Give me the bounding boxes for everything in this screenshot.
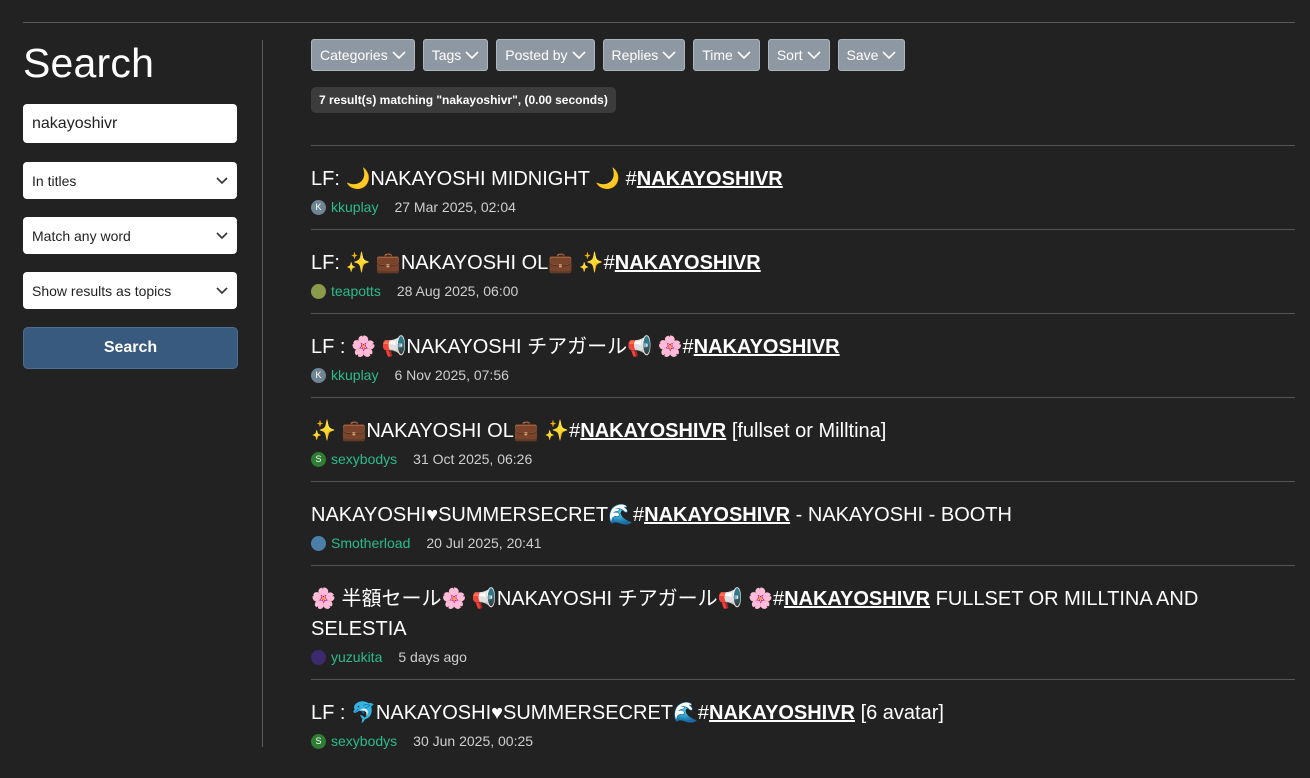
match-mode-value: Match any word xyxy=(32,227,131,244)
list-item: NAKAYOSHI♥SUMMERSECRET🌊#NAKAYOSHIVR - NA… xyxy=(311,481,1295,556)
result-count-badge: 7 result(s) matching "nakayoshivr", (0.0… xyxy=(311,87,616,113)
hashtag-link[interactable]: NAKAYOSHIVR xyxy=(615,252,761,274)
post-date: 6 Nov 2025, 07:56 xyxy=(394,367,509,383)
match-mode-select[interactable]: Match any word xyxy=(23,217,237,254)
post-date: 5 days ago xyxy=(398,649,467,665)
chevron-down-icon xyxy=(882,50,897,59)
result-title-link[interactable]: LF : 🌸 📢NAKAYOSHI チアガール📢 🌸#NAKAYOSHIVR xyxy=(311,332,1295,362)
username-link[interactable]: sexybodys xyxy=(331,451,397,467)
hashtag-link[interactable]: NAKAYOSHIVR xyxy=(709,702,855,724)
search-input-value: nakayoshivr xyxy=(32,114,118,132)
title-text: - NAKAYOSHI - BOOTH xyxy=(790,504,1012,526)
chevron-down-icon xyxy=(662,50,676,59)
search-input[interactable]: nakayoshivr xyxy=(23,104,237,143)
page-title: Search xyxy=(23,40,155,86)
filter-label: Posted by xyxy=(505,47,568,63)
username-link[interactable]: kkuplay xyxy=(331,367,378,383)
result-meta: K kkuplay 27 Mar 2025, 02:04 xyxy=(311,194,1295,220)
post-date: 20 Jul 2025, 20:41 xyxy=(426,535,542,551)
filter-categories-button[interactable]: Categories xyxy=(311,39,415,71)
top-divider xyxy=(23,22,1295,23)
filter-sort-button[interactable]: Sort xyxy=(767,39,830,71)
list-item: LF : 🌸 📢NAKAYOSHI チアガール📢 🌸#NAKAYOSHIVR K… xyxy=(311,313,1295,388)
list-item: 🌸 半額セール🌸 📢NAKAYOSHI チアガール📢 🌸#NAKAYOSHIVR… xyxy=(311,565,1295,670)
avatar[interactable] xyxy=(311,649,326,665)
avatar[interactable] xyxy=(311,535,326,551)
result-meta: S sexybodys 30 Jun 2025, 00:25 xyxy=(311,728,1295,754)
result-meta: K kkuplay 6 Nov 2025, 07:56 xyxy=(311,362,1295,388)
filter-label: Sort xyxy=(776,47,803,63)
post-date: 27 Mar 2025, 02:04 xyxy=(394,199,516,215)
list-item: LF : 🐬NAKAYOSHI♥SUMMERSECRET🌊#NAKAYOSHIV… xyxy=(311,679,1295,754)
avatar[interactable]: K xyxy=(311,199,326,215)
result-title-link[interactable]: 🌸 半額セール🌸 📢NAKAYOSHI チアガール📢 🌸#NAKAYOSHIVR… xyxy=(311,584,1295,644)
hashtag-link[interactable]: NAKAYOSHIVR xyxy=(784,588,930,610)
chevron-down-icon xyxy=(806,50,821,59)
title-text: [6 avatar] xyxy=(855,702,944,724)
chevron-down-icon xyxy=(737,50,751,59)
vertical-divider xyxy=(262,40,263,747)
title-text: LF : 🐬NAKAYOSHI♥SUMMERSECRET🌊# xyxy=(311,702,710,724)
chevron-down-icon xyxy=(216,286,228,294)
avatar[interactable]: S xyxy=(311,733,326,749)
hashtag-link[interactable]: NAKAYOSHIVR xyxy=(644,504,790,526)
result-meta: teapotts 28 Aug 2025, 06:00 xyxy=(311,278,1295,304)
result-meta: yuzukita 5 days ago xyxy=(311,644,1295,670)
filter-tags-button[interactable]: Tags xyxy=(422,39,489,71)
hashtag-link[interactable]: NAKAYOSHIVR xyxy=(580,420,726,442)
chevron-down-icon xyxy=(216,176,228,184)
result-title-link[interactable]: LF: ✨ 💼NAKAYOSHI OL💼 ✨#NAKAYOSHIVR xyxy=(311,248,1295,278)
result-title-link[interactable]: ✨ 💼NAKAYOSHI OL💼 ✨#NAKAYOSHIVR [fullset … xyxy=(311,416,1295,446)
filter-label: Tags xyxy=(431,47,462,63)
search-sidebar: Search nakayoshivr In titles Match any w… xyxy=(23,40,238,369)
search-scope-select[interactable]: In titles xyxy=(23,162,237,199)
title-text: ✨ 💼NAKAYOSHI OL💼 ✨# xyxy=(311,420,581,442)
results-list: LF: 🌙NAKAYOSHI MIDNIGHT 🌙 #NAKAYOSHIVR K… xyxy=(311,145,1295,763)
search-scope-value: In titles xyxy=(32,172,77,189)
title-text: LF: 🌙NAKAYOSHI MIDNIGHT 🌙 # xyxy=(311,168,637,190)
filter-save-button[interactable]: Save xyxy=(837,39,906,71)
filter-replies-button[interactable]: Replies xyxy=(602,39,686,71)
chevron-down-icon xyxy=(216,231,228,239)
filter-time-button[interactable]: Time xyxy=(693,39,760,71)
title-text: NAKAYOSHI♥SUMMERSECRET🌊# xyxy=(311,504,645,526)
username-link[interactable]: teapotts xyxy=(331,283,381,299)
result-meta: Smotherload 20 Jul 2025, 20:41 xyxy=(311,530,1295,556)
post-date: 31 Oct 2025, 06:26 xyxy=(413,451,533,467)
result-title-link[interactable]: LF: 🌙NAKAYOSHI MIDNIGHT 🌙 #NAKAYOSHIVR xyxy=(311,164,1295,194)
search-button[interactable]: Search xyxy=(23,327,238,369)
post-date: 30 Jun 2025, 00:25 xyxy=(413,733,534,749)
list-item: LF: ✨ 💼NAKAYOSHI OL💼 ✨#NAKAYOSHIVR teapo… xyxy=(311,229,1295,304)
filter-label: Time xyxy=(702,47,733,63)
title-text: LF: ✨ 💼NAKAYOSHI OL💼 ✨# xyxy=(311,252,615,274)
filter-posted-by-button[interactable]: Posted by xyxy=(496,39,595,71)
username-link[interactable]: Smotherload xyxy=(331,535,410,551)
result-meta: S sexybodys 31 Oct 2025, 06:26 xyxy=(311,446,1295,472)
chevron-down-icon xyxy=(465,50,479,59)
result-title-link[interactable]: LF : 🐬NAKAYOSHI♥SUMMERSECRET🌊#NAKAYOSHIV… xyxy=(311,698,1295,728)
list-item: LF: 🌙NAKAYOSHI MIDNIGHT 🌙 #NAKAYOSHIVR K… xyxy=(311,145,1295,220)
title-text: [fullset or Milltina] xyxy=(726,420,887,442)
filter-label: Categories xyxy=(320,47,388,63)
display-mode-select[interactable]: Show results as topics xyxy=(23,272,237,309)
avatar[interactable] xyxy=(311,283,326,299)
username-link[interactable]: kkuplay xyxy=(331,199,378,215)
hashtag-link[interactable]: NAKAYOSHIVR xyxy=(637,168,783,190)
username-link[interactable]: yuzukita xyxy=(331,649,382,665)
title-text: LF : 🌸 📢NAKAYOSHI チアガール📢 🌸# xyxy=(311,336,694,358)
result-title-link[interactable]: NAKAYOSHI♥SUMMERSECRET🌊#NAKAYOSHIVR - NA… xyxy=(311,500,1295,530)
avatar[interactable]: K xyxy=(311,367,326,383)
title-text: 🌸 半額セール🌸 📢NAKAYOSHI チアガール📢 🌸# xyxy=(311,588,785,610)
filter-bar: Categories Tags Posted by Replies Time S… xyxy=(311,39,906,71)
filter-label: Replies xyxy=(611,47,659,63)
display-mode-value: Show results as topics xyxy=(32,282,172,299)
chevron-down-icon xyxy=(571,50,586,59)
list-item: ✨ 💼NAKAYOSHI OL💼 ✨#NAKAYOSHIVR [fullset … xyxy=(311,397,1295,472)
post-date: 28 Aug 2025, 06:00 xyxy=(396,283,519,299)
avatar[interactable]: S xyxy=(311,451,326,467)
chevron-down-icon xyxy=(392,50,406,59)
username-link[interactable]: sexybodys xyxy=(331,733,397,749)
hashtag-link[interactable]: NAKAYOSHIVR xyxy=(694,336,840,358)
filter-label: Save xyxy=(846,47,879,63)
